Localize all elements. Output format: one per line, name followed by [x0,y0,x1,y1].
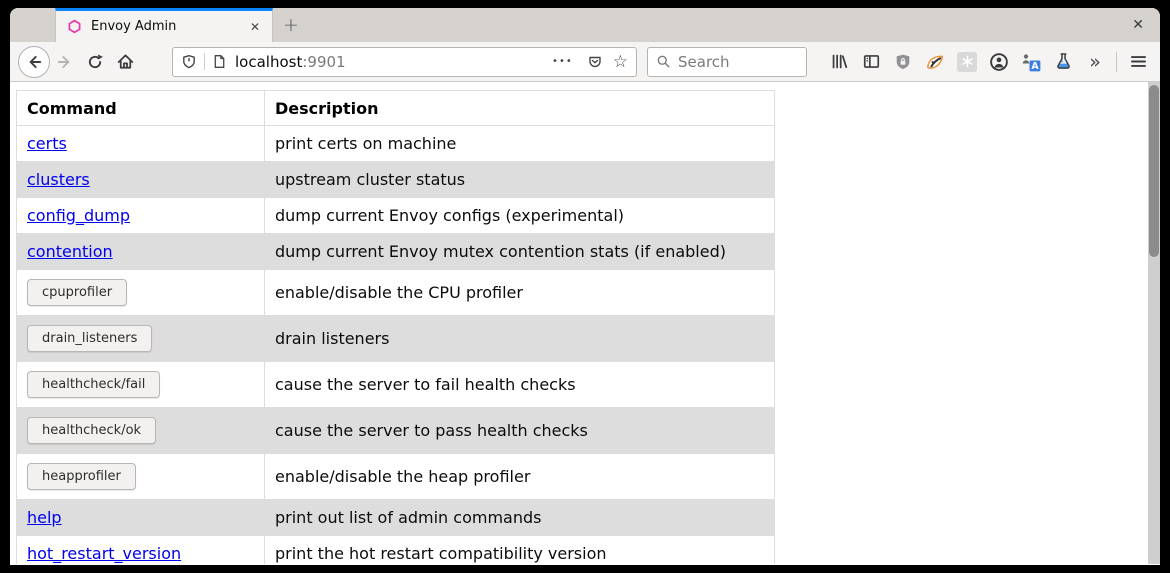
privacy-badger-icon[interactable] [921,47,949,77]
command-description: dump current Envoy configs (experimental… [265,198,775,234]
command-cell: heapprofiler [17,454,265,500]
home-button[interactable] [110,47,140,77]
table-row: drain_listeners drain listeners [17,316,775,362]
command-cell: healthcheck/ok [17,408,265,454]
command-cell: config_dump [17,198,265,234]
tab-close-icon[interactable]: ✕ [246,18,264,36]
command-description: dump current Envoy mutex contention stat… [265,234,775,270]
flask-icon[interactable] [1049,47,1077,77]
command-cell: contention [17,234,265,270]
forward-arrow-icon [56,53,74,71]
table-row: healthcheck/ok cause the server to pass h… [17,408,775,454]
table-row: help print out list of admin commands [17,500,775,536]
vertical-scrollbar[interactable] [1148,82,1160,564]
command-link[interactable]: hot_restart_version [27,544,181,563]
pretab-spacer [10,8,55,42]
command-cell: clusters [17,162,265,198]
description-column-header: Description [265,91,775,126]
disabled-extension-icon[interactable] [953,47,981,77]
reload-icon [86,53,104,71]
page-content: Command Description certs print certs on … [10,82,1160,564]
translate-icon[interactable]: A [1017,47,1045,77]
back-arrow-icon [25,53,43,71]
command-table: Command Description certs print certs on … [16,90,775,564]
urlbar-separator [204,53,205,70]
account-icon[interactable] [985,47,1013,77]
command-button[interactable]: heapprofiler [27,463,136,490]
command-link[interactable]: contention [27,242,113,261]
command-column-header: Command [17,91,265,126]
command-link[interactable]: certs [27,134,67,153]
table-row: hot_restart_version print the hot restart… [17,536,775,565]
url-bar[interactable]: localhost:9901 ••• ☆ [172,47,637,77]
table-row: certs print certs on machine [17,126,775,162]
command-cell: hot_restart_version [17,536,265,565]
new-tab-button[interactable]: + [273,8,309,42]
command-cell: healthcheck/fail [17,362,265,408]
back-button[interactable] [18,46,50,78]
command-description: cause the server to fail health checks [265,362,775,408]
command-description: enable/disable the heap profiler [265,454,775,500]
command-description: print certs on machine [265,126,775,162]
command-cell: drain_listeners [17,316,265,362]
toolbar-divider [1116,52,1117,72]
shield-lock-icon[interactable] [889,47,917,77]
table-row: clusters upstream cluster status [17,162,775,198]
search-box[interactable] [647,47,807,77]
reload-button[interactable] [80,47,110,77]
command-cell: certs [17,126,265,162]
command-description: cause the server to pass health checks [265,408,775,454]
command-link[interactable]: clusters [27,170,90,189]
table-header-row: Command Description [17,91,775,126]
window-close-icon[interactable]: ✕ [1132,8,1144,42]
url-port: :9901 [302,53,345,71]
table-row: healthcheck/fail cause the server to fail… [17,362,775,408]
page-actions-icon[interactable]: ••• [552,56,573,67]
command-button[interactable]: cpuprofiler [27,279,127,306]
svg-text:A: A [1031,61,1039,72]
command-button[interactable]: healthcheck/ok [27,417,156,444]
bookmark-star-icon[interactable]: ☆ [613,52,628,72]
command-link[interactable]: help [27,508,62,527]
search-icon [656,54,671,69]
command-cell: cpuprofiler [17,270,265,316]
command-button[interactable]: drain_listeners [27,325,152,352]
pocket-icon[interactable] [587,54,603,70]
tab-title: Envoy Admin [91,19,246,34]
page-identity-icon[interactable] [212,54,227,69]
table-row: config_dump dump current Envoy configs (e… [17,198,775,234]
command-button[interactable]: healthcheck/fail [27,371,160,398]
envoy-favicon-icon [67,19,82,34]
tab-bar: Envoy Admin ✕ + ✕ [10,8,1160,42]
table-row: contention dump current Envoy mutex conte… [17,234,775,270]
url-host: localhost [235,53,302,71]
command-description: drain listeners [265,316,775,362]
command-description: upstream cluster status [265,162,775,198]
toolbar-icon-row: A » [823,47,1154,77]
overflow-chevron-icon[interactable]: » [1081,47,1109,77]
browser-window: Envoy Admin ✕ + ✕ [10,8,1160,565]
command-description: enable/disable the CPU profiler [265,270,775,316]
command-table-body: certs print certs on machine clusters upstr… [17,126,775,565]
home-icon [116,52,135,71]
navigation-toolbar: localhost:9901 ••• ☆ [10,42,1160,82]
sidebar-icon[interactable] [857,47,885,77]
command-link[interactable]: config_dump [27,206,130,225]
url-text: localhost:9901 [235,53,544,71]
command-description: print the hot restart compatibility vers… [265,536,775,565]
table-row: cpuprofiler enable/disable the CPU profil… [17,270,775,316]
command-cell: help [17,500,265,536]
table-row: heapprofiler enable/disable the heap prof… [17,454,775,500]
search-input[interactable] [678,53,788,71]
command-description: print out list of admin commands [265,500,775,536]
tracking-protection-shield-icon[interactable] [181,54,197,70]
forward-button[interactable] [50,47,80,77]
tab-envoy-admin[interactable]: Envoy Admin ✕ [55,8,273,42]
hamburger-menu-icon[interactable] [1124,47,1152,77]
scrollbar-thumb[interactable] [1149,85,1159,257]
library-icon[interactable] [825,47,853,77]
